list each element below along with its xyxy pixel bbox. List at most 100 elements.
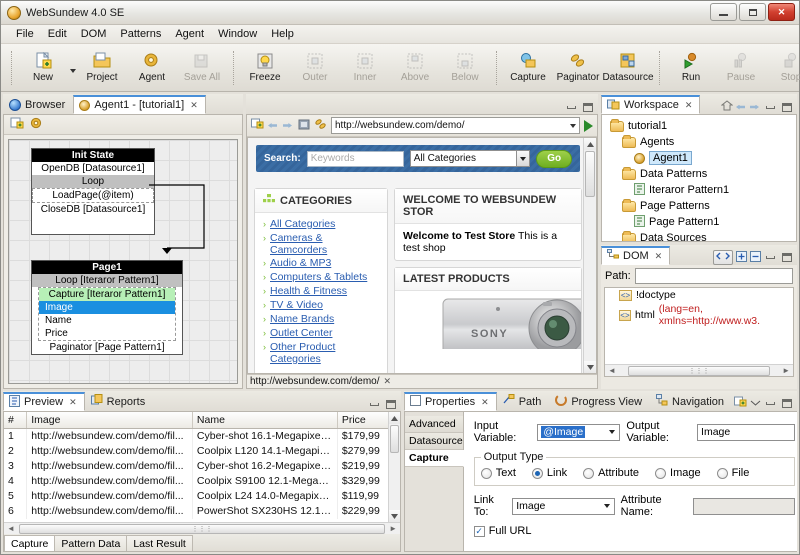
list-item[interactable]: ›Outlet Center — [263, 327, 379, 340]
dom-node-html[interactable]: <> html (lang=en, xmlns=http://www.w3. — [605, 302, 793, 328]
toolbar-freeze-button[interactable]: Freeze — [240, 46, 290, 90]
close-icon[interactable]: ✕ — [384, 376, 392, 387]
tab-reports[interactable]: Reports — [85, 392, 154, 411]
minimize-icon[interactable] — [764, 101, 777, 114]
radio-text[interactable]: Text — [481, 467, 516, 479]
scroll-left-icon[interactable]: ◄ — [605, 366, 616, 375]
toolbar-stop-button[interactable]: Stop — [766, 46, 800, 90]
close-icon[interactable]: ✕ — [190, 100, 198, 111]
minimize-icon[interactable] — [565, 101, 578, 114]
list-item[interactable]: ›Computers & Tablets — [263, 271, 379, 284]
toolbar-below-button[interactable]: Below — [440, 46, 490, 90]
menu-edit[interactable]: Edit — [41, 26, 74, 42]
init-row-loadpage[interactable]: LoadPage(@item) — [32, 188, 154, 203]
category-link[interactable]: TV & Video — [270, 299, 323, 311]
close-icon[interactable]: ✕ — [481, 397, 489, 408]
output-variable-input[interactable]: Image — [697, 424, 795, 441]
radio-icon[interactable] — [583, 468, 594, 479]
tab-agent1[interactable]: Agent1 - [tutorial1] ✕ — [73, 95, 205, 114]
preview-grid[interactable]: # Image Name Price 1 http://websundew.co… — [4, 412, 400, 522]
scroll-thumb[interactable]: ⋮⋮⋮ — [628, 366, 770, 376]
tree-item-data-patterns[interactable]: Data Patterns — [606, 166, 792, 182]
tab-workspace[interactable]: Workspace ✕ — [601, 95, 700, 114]
attribute-name-input[interactable] — [693, 498, 795, 515]
minimize-icon[interactable] — [368, 398, 381, 411]
list-item[interactable]: ›Other Product Categories — [263, 341, 379, 365]
list-item[interactable]: ›All Categories — [263, 218, 379, 231]
diagram-node-page1[interactable]: Page1 Loop [Iteraror Pattern1] Capture [… — [31, 260, 183, 355]
tree-item-data-sources[interactable]: Data Sources — [606, 230, 792, 242]
web-view[interactable]: Search: Keywords All Categories Go — [247, 137, 597, 374]
radio-attribute[interactable]: Attribute — [583, 467, 639, 479]
preview-horizontal-scrollbar[interactable]: ◄ ⋮⋮⋮ ► — [4, 522, 400, 534]
tab-properties[interactable]: Properties ✕ — [404, 392, 497, 411]
url-input[interactable]: http://websundew.com/demo/ — [331, 117, 580, 134]
category-link[interactable]: Audio & MP3 — [270, 257, 331, 269]
category-link[interactable]: Other Product Categories — [270, 341, 379, 365]
init-row-closedb[interactable]: CloseDB [Datasource1] — [32, 203, 154, 216]
bottom-tab-last-result[interactable]: Last Result — [126, 535, 193, 551]
collapse-all-icon[interactable] — [750, 251, 761, 265]
minimize-icon[interactable] — [764, 397, 777, 410]
toolbar-above-button[interactable]: Above — [390, 46, 440, 90]
back-arrow-icon[interactable] — [736, 102, 747, 113]
category-link[interactable]: All Categories — [270, 218, 335, 230]
page1-row-loop[interactable]: Loop [Iteraror Pattern1] — [32, 274, 182, 287]
bottom-tab-capture[interactable]: Capture — [4, 535, 55, 551]
col-name[interactable]: Name — [192, 412, 337, 429]
home-icon[interactable] — [721, 100, 733, 114]
category-link[interactable]: Computers & Tablets — [270, 271, 367, 283]
side-tab-datasource[interactable]: Datasource — [405, 433, 463, 450]
forward-arrow-icon[interactable] — [283, 120, 294, 131]
page1-row-paginator[interactable]: Paginator [Page Pattern1] — [32, 341, 182, 354]
table-row[interactable]: 2 http://websundew.com/demo/fil... Coolp… — [4, 444, 400, 459]
page1-row-price[interactable]: Price — [39, 327, 175, 340]
toolbar-project-button[interactable]: Project — [77, 46, 127, 90]
page1-row-image[interactable]: Image — [39, 301, 175, 314]
page1-row-capture[interactable]: Capture [Iteraror Pattern1] — [39, 288, 175, 301]
source-view-icon[interactable] — [713, 250, 733, 265]
category-link[interactable]: Cameras & Camcorders — [270, 232, 379, 256]
tree-item-iterator-pattern1[interactable]: Iteraror Pattern1 — [606, 182, 792, 198]
menu-window[interactable]: Window — [211, 26, 264, 42]
new-dropdown-arrow-icon[interactable] — [68, 46, 77, 90]
radio-icon[interactable] — [717, 468, 728, 479]
toolbar-inner-button[interactable]: Inner — [340, 46, 390, 90]
dom-tree[interactable]: <> !doctype <> html (lang=en, xmlns=http… — [604, 287, 794, 377]
scroll-thumb[interactable]: ⋮⋮⋮ — [19, 524, 385, 534]
close-icon[interactable]: ✕ — [69, 397, 77, 408]
tab-progress-view[interactable]: Progress View — [549, 392, 650, 411]
toolbar-save-all-button[interactable]: Save All — [177, 46, 227, 90]
init-row-opendb[interactable]: OpenDB [Datasource1] — [32, 162, 154, 175]
agent-diagram-canvas[interactable]: Init State OpenDB [Datasource1] Loop Loa… — [8, 139, 238, 384]
web-vertical-scrollbar[interactable] — [583, 138, 596, 373]
checkbox-icon[interactable]: ✓ — [474, 526, 485, 537]
minimize-icon[interactable] — [764, 251, 777, 264]
side-tab-capture[interactable]: Capture — [405, 450, 464, 467]
radio-file[interactable]: File — [717, 467, 750, 479]
scroll-up-icon[interactable] — [389, 412, 400, 424]
tree-item-page-patterns[interactable]: Page Patterns — [606, 198, 792, 214]
list-item[interactable]: ›Name Brands — [263, 313, 379, 326]
table-row[interactable]: 3 http://websundew.com/demo/fil... Cyber… — [4, 459, 400, 474]
maximize-icon[interactable] — [384, 398, 397, 411]
list-item[interactable]: ›Audio & MP3 — [263, 257, 379, 270]
close-button[interactable]: ✕ — [768, 3, 795, 21]
bottom-tab-pattern-data[interactable]: Pattern Data — [54, 535, 127, 551]
scroll-thumb[interactable] — [585, 151, 595, 197]
go-button[interactable]: Go — [536, 150, 572, 168]
tree-item-agent1[interactable]: Agent1 — [606, 150, 792, 166]
tab-dom[interactable]: DOM ✕ — [601, 246, 670, 265]
links-icon[interactable] — [314, 118, 327, 133]
maximize-icon[interactable] — [780, 251, 793, 264]
radio-icon[interactable] — [655, 468, 666, 479]
table-row[interactable]: 6 http://websundew.com/demo/fil... Power… — [4, 504, 400, 519]
menu-chevron-icon[interactable] — [750, 398, 761, 410]
side-tab-advanced[interactable]: Advanced — [405, 416, 463, 433]
col-index[interactable]: # — [4, 412, 27, 429]
forward-arrow-icon[interactable] — [750, 102, 761, 113]
go-play-icon[interactable] — [584, 120, 593, 132]
list-item[interactable]: ›TV & Video — [263, 299, 379, 312]
category-link[interactable]: Health & Fitness — [270, 285, 347, 297]
back-arrow-icon[interactable] — [268, 120, 279, 131]
